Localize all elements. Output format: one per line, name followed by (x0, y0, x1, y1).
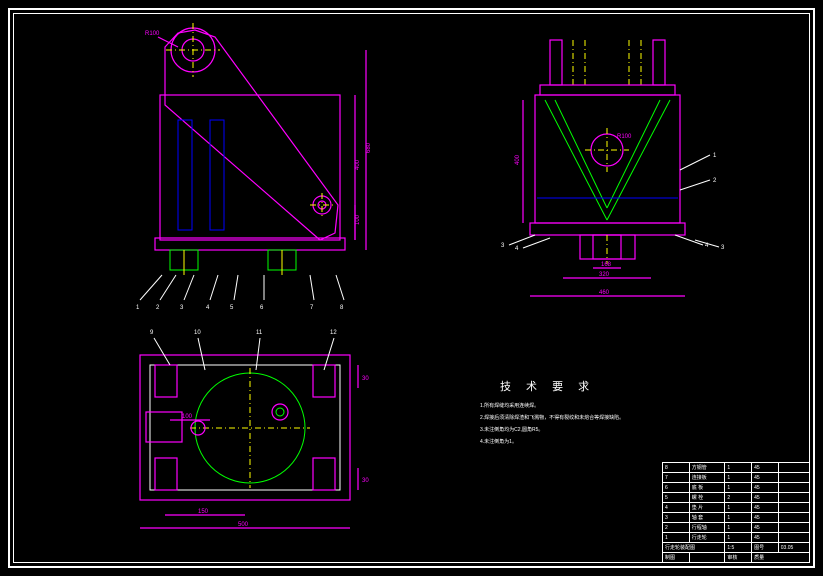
svg-text:100: 100 (182, 414, 193, 420)
dim-body-h-val: 400 (355, 159, 361, 170)
svg-text:150: 150 (198, 509, 209, 515)
slot2 (210, 120, 224, 230)
slot1 (178, 120, 192, 230)
tech-req-notes: 1.所有焊缝均采用连续焊。 2.焊接后须清除焊渣和飞溅物，不得有裂纹和未熔合等焊… (480, 400, 624, 448)
tube1 (550, 40, 562, 85)
svg-text:460: 460 (599, 290, 610, 296)
top-view-svg: 9 10 11 12 100 150 500 30 30 (110, 320, 390, 540)
svg-text:3: 3 (501, 243, 505, 249)
table-row: 7连接板145 (663, 473, 810, 483)
body-outline (160, 95, 340, 240)
svg-text:3: 3 (721, 245, 725, 251)
svg-text:2: 2 (713, 178, 717, 184)
side-r100: R100 (617, 134, 632, 140)
v2 (607, 100, 670, 220)
svg-text:168: 168 (601, 262, 612, 268)
side-base (530, 223, 685, 235)
svg-text:11: 11 (256, 330, 263, 336)
svg-text:400: 400 (515, 154, 521, 165)
dim-h-overall-val: 680 (366, 142, 372, 153)
svg-text:30: 30 (362, 376, 369, 382)
tech-req-title: 技 术 要 求 (500, 378, 595, 394)
crossbar (540, 85, 675, 95)
svg-text:4: 4 (515, 246, 519, 252)
note-line: 3.未注倒角均为C2,圆角R5。 (480, 424, 624, 436)
table-row: 2行程轴145 (663, 523, 810, 533)
top-view: 9 10 11 12 100 150 500 30 30 (110, 320, 390, 545)
side-view-svg: R100 400 168 320 460 1 2 4 3 3 4 (495, 40, 745, 290)
arm (165, 30, 338, 240)
r100-leader (158, 37, 178, 47)
svg-text:30: 30 (362, 478, 369, 484)
table-row: 5螺 栓245 (663, 493, 810, 503)
tube2 (653, 40, 665, 85)
drawing-sheet: 680 400 100 R100 1 2 3 4 5 6 7 8 (0, 0, 823, 576)
table-row: 6底 板145 (663, 483, 810, 493)
table-row: 3轴 套145 (663, 513, 810, 523)
front-view-svg: 680 400 100 R100 1 2 3 4 5 6 7 8 (110, 25, 400, 285)
table-row: 1行走轮145 (663, 533, 810, 543)
svg-text:12: 12 (330, 330, 337, 336)
svg-text:320: 320 (599, 272, 610, 278)
titleblock-row: 行走轮装配图1:5图号03.05 (663, 543, 810, 553)
table-row: 8方钢管145 (663, 463, 810, 473)
dim-100-val: 100 (355, 214, 361, 225)
note-line: 2.焊接后须清除焊渣和飞溅物，不得有裂纹和未熔合等焊接缺陷。 (480, 412, 624, 424)
svg-text:10: 10 (194, 330, 201, 336)
side-view: R100 400 168 320 460 1 2 4 3 3 4 (495, 40, 745, 295)
titleblock-row: 制图审核质量 (663, 553, 810, 563)
wheel-circle (195, 373, 305, 483)
svg-text:9: 9 (150, 330, 154, 336)
svg-text:1: 1 (713, 153, 717, 159)
r100-label: R100 (145, 31, 160, 37)
note-line: 4.未注倒角为1。 (480, 436, 624, 448)
note-line: 1.所有焊缝均采用连续焊。 (480, 400, 624, 412)
svg-text:500: 500 (238, 522, 249, 528)
v1 (545, 100, 607, 220)
front-view: 680 400 100 R100 1 2 3 4 5 6 7 8 (110, 25, 400, 290)
callouts-top: 9 10 11 12 (150, 330, 337, 370)
table-row: 4垫 片145 (663, 503, 810, 513)
parts-table: 8方钢管145 7连接板145 6底 板145 5螺 栓245 4垫 片145 … (662, 462, 810, 563)
